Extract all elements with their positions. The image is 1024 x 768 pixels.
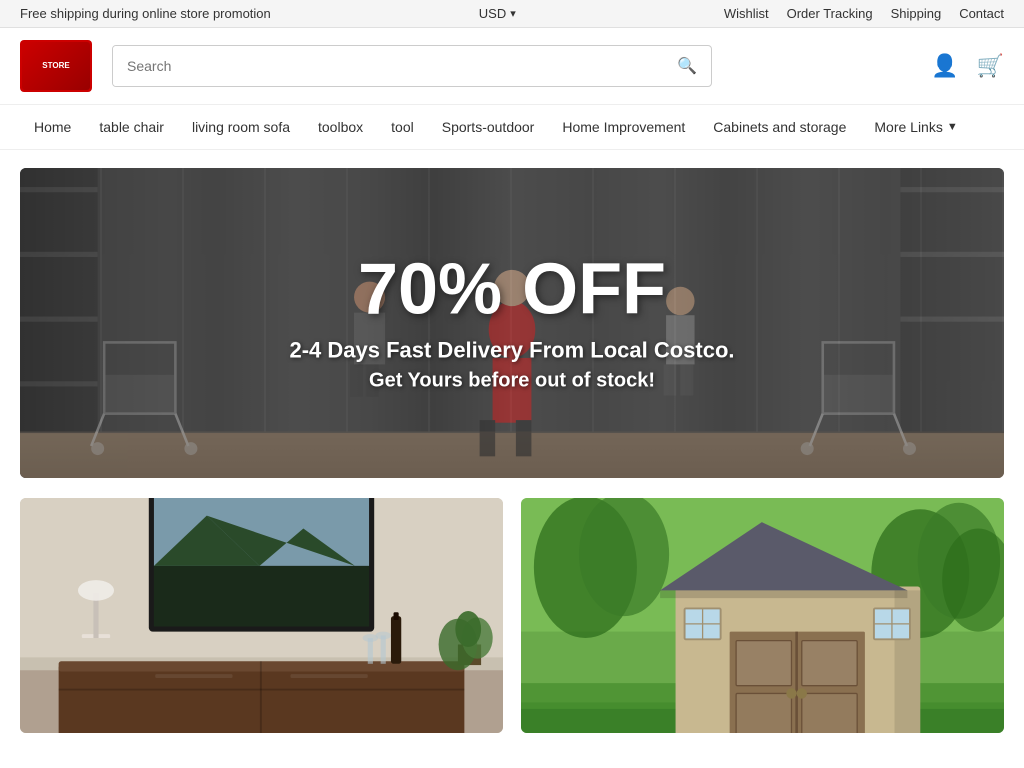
top-bar-left: Free shipping during online store promot…	[20, 6, 271, 21]
nav-item-tool[interactable]: tool	[377, 105, 428, 149]
main-nav: Home table chair living room sofa toolbo…	[0, 105, 1024, 150]
wishlist-link[interactable]: Wishlist	[724, 6, 769, 21]
search-bar: 🔍	[112, 45, 712, 87]
top-bar-right: Wishlist Order Tracking Shipping Contact	[724, 6, 1004, 21]
promo-text: Free shipping during online store promot…	[20, 6, 271, 21]
nav-item-home-improvement[interactable]: Home Improvement	[548, 105, 699, 149]
nav-item-home[interactable]: Home	[20, 105, 85, 149]
nav-item-toolbox[interactable]: toolbox	[304, 105, 377, 149]
hero-cta-text: Get Yours before out of stock!	[289, 370, 734, 393]
hero-banner: 70% OFF 2-4 Days Fast Delivery From Loca…	[20, 168, 1004, 478]
logo[interactable]: STORE	[20, 40, 92, 92]
product-grid	[20, 498, 1004, 733]
search-button[interactable]: 🔍	[663, 46, 711, 86]
cart-icon[interactable]: 🛒	[977, 53, 1004, 79]
hero-content: 70% OFF 2-4 Days Fast Delivery From Loca…	[289, 254, 734, 393]
more-links-chevron-icon: ▼	[947, 121, 958, 133]
order-tracking-link[interactable]: Order Tracking	[787, 6, 873, 21]
hero-delivery-text: 2-4 Days Fast Delivery From Local Costco…	[289, 338, 734, 364]
nav-item-cabinets-storage[interactable]: Cabinets and storage	[699, 105, 860, 149]
nav-item-table-chair[interactable]: table chair	[85, 105, 178, 149]
nav-item-living-room-sofa[interactable]: living room sofa	[178, 105, 304, 149]
shed-scene-svg	[521, 498, 1004, 733]
search-icon: 🔍	[677, 58, 697, 75]
more-links-label: More Links	[874, 119, 942, 135]
search-input[interactable]	[113, 46, 663, 86]
product-card-furniture[interactable]	[20, 498, 503, 733]
nav-item-sports-outdoor[interactable]: Sports-outdoor	[428, 105, 549, 149]
product-card-shed[interactable]	[521, 498, 1004, 733]
currency-selector[interactable]: USD ▾	[479, 6, 516, 21]
header-icons: 👤 🛒	[931, 53, 1004, 79]
account-icon[interactable]: 👤	[931, 53, 958, 79]
currency-arrow-icon: ▾	[510, 7, 516, 20]
header: STORE 🔍 👤 🛒	[0, 28, 1024, 105]
currency-label: USD	[479, 6, 506, 21]
furniture-scene-svg	[20, 498, 503, 733]
hero-discount-text: 70% OFF	[289, 254, 734, 326]
contact-link[interactable]: Contact	[959, 6, 1004, 21]
logo-text: STORE	[42, 61, 69, 71]
nav-more-links[interactable]: More Links ▼	[860, 105, 971, 149]
top-bar: Free shipping during online store promot…	[0, 0, 1024, 28]
shipping-link[interactable]: Shipping	[891, 6, 942, 21]
